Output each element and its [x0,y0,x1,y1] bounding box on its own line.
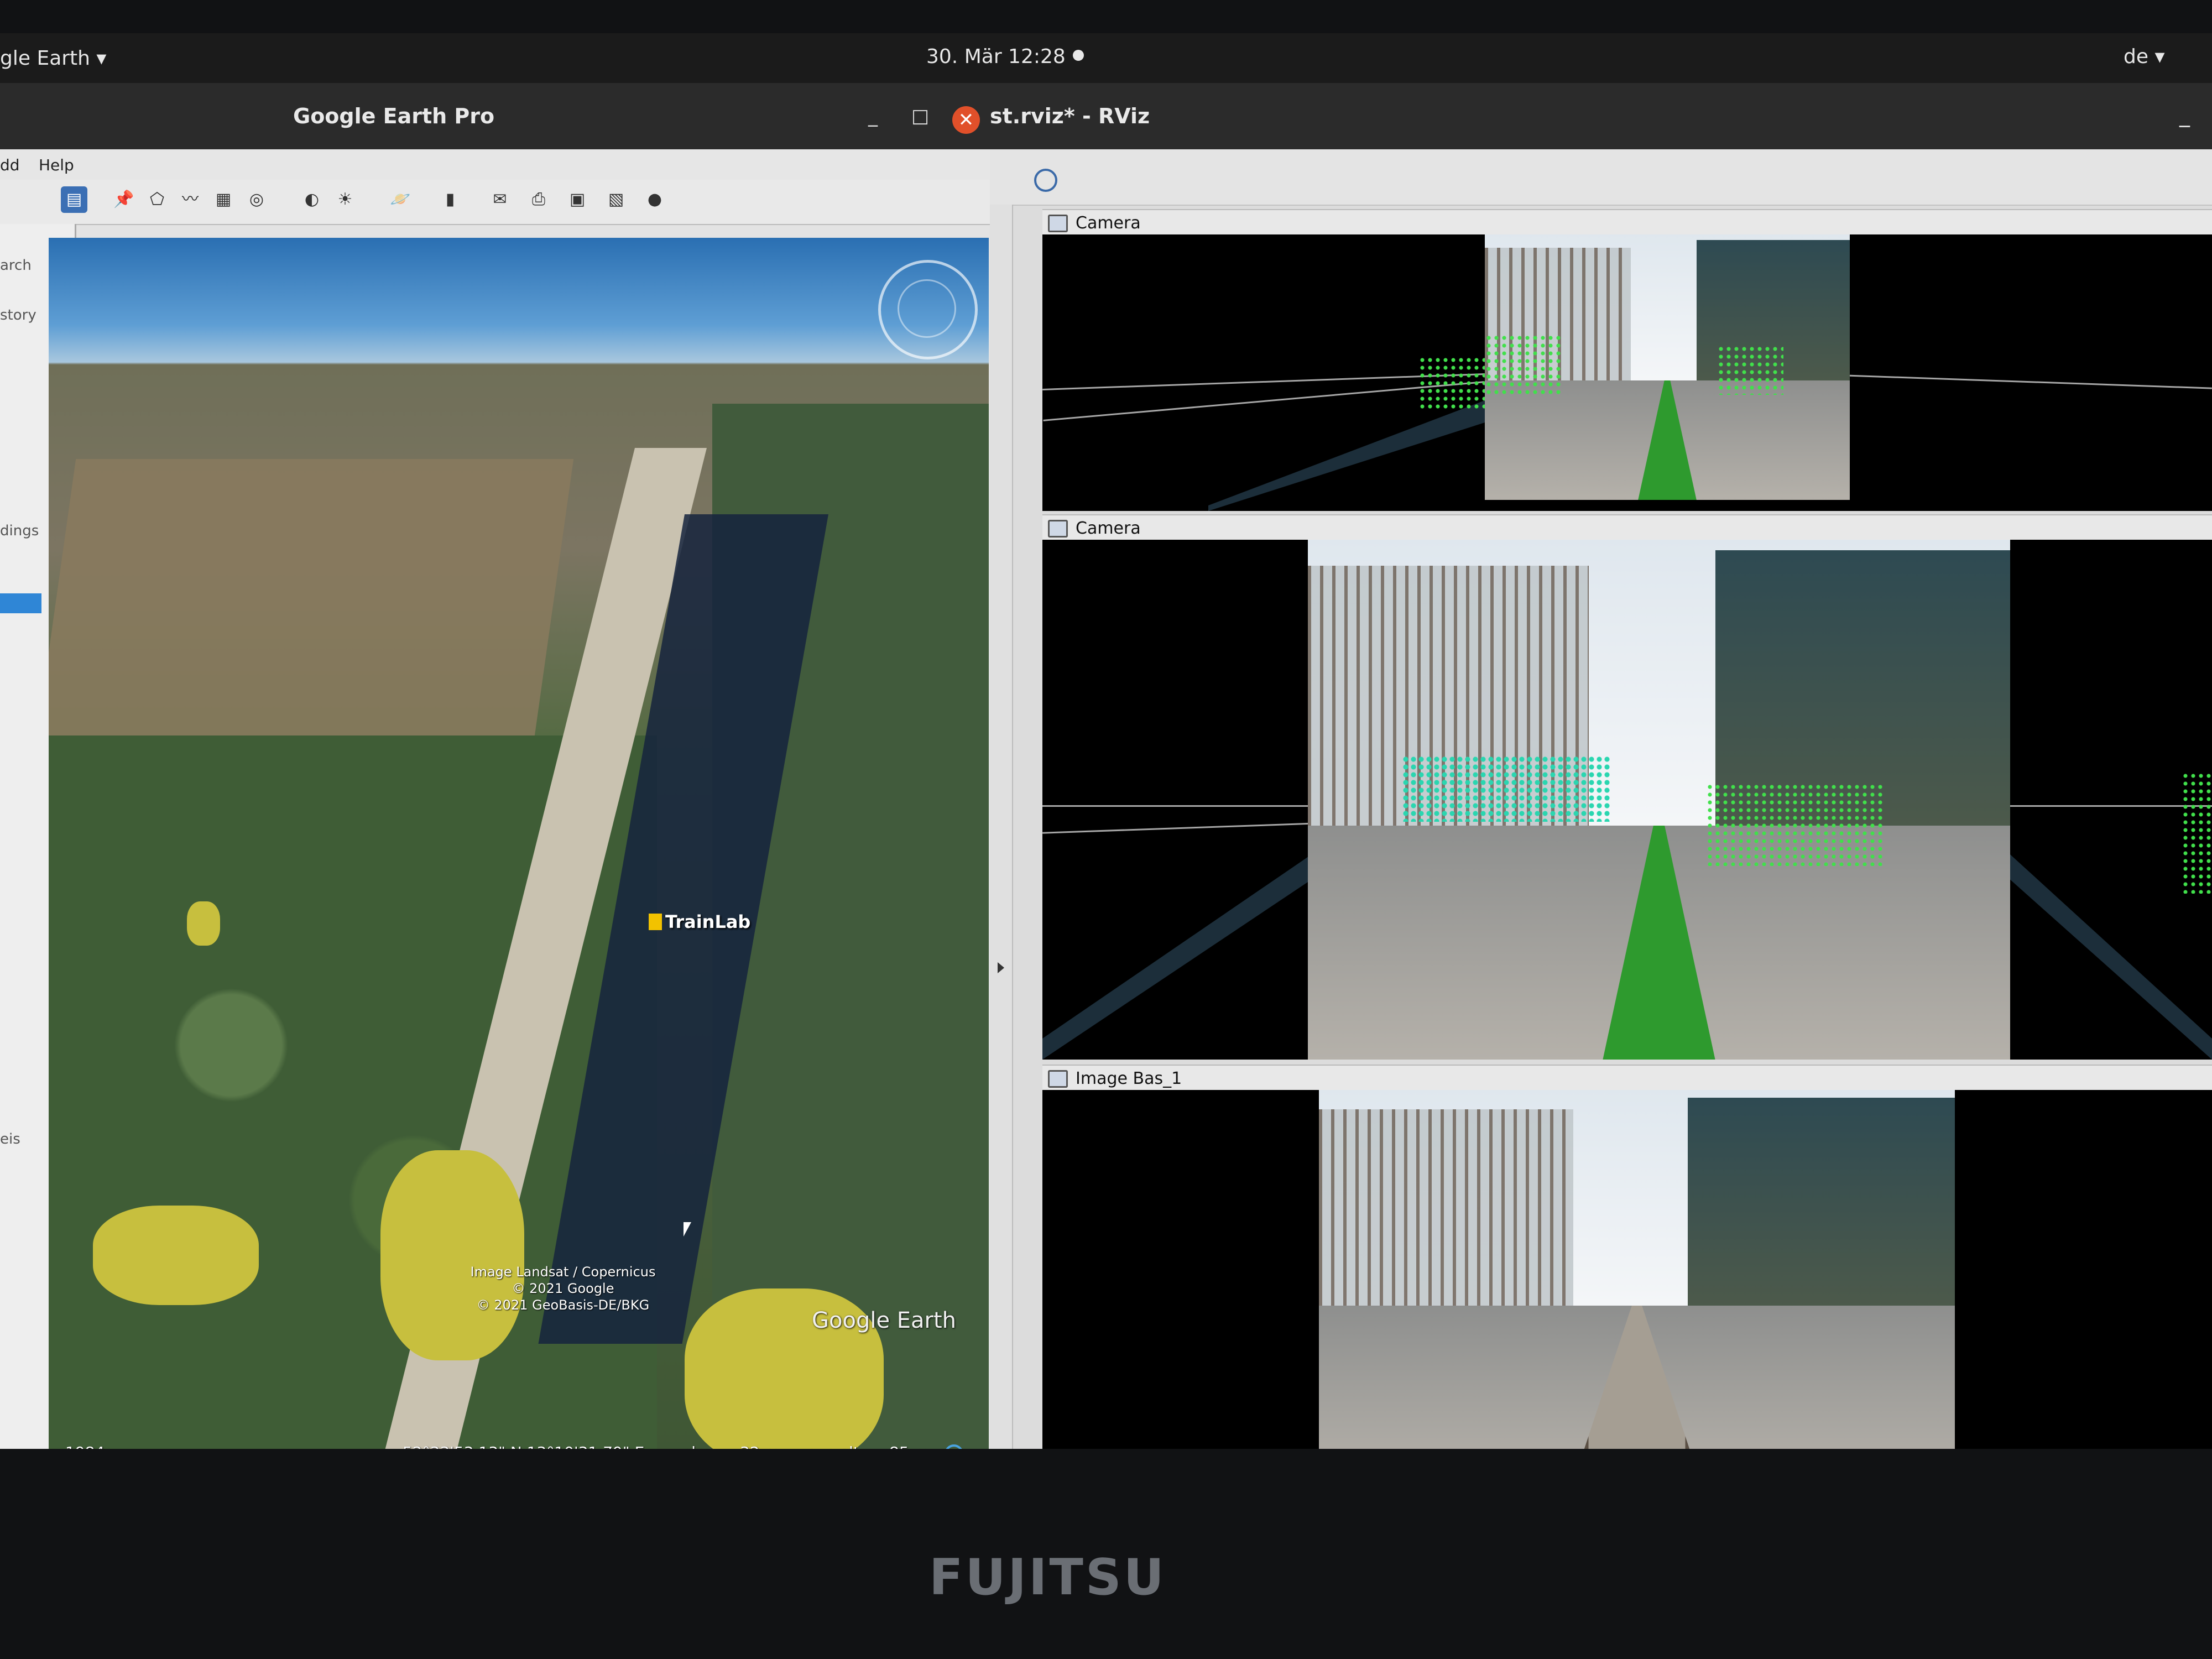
placemark-icon[interactable] [649,914,662,930]
placemark-label[interactable]: TrainLab [665,911,750,932]
frustum-wedge [2005,849,2212,1060]
close-icon[interactable]: ✕ [952,106,980,134]
polygon-icon[interactable]: ⬠ [144,186,170,213]
history-tab[interactable]: story [0,307,36,324]
frustum-wedge [1042,849,1319,1060]
eye-alt-value: 85 m [889,1443,929,1449]
print-icon[interactable]: ⎙ [525,186,552,213]
google-earth-titlebar[interactable]: Google Earth Pro _ □ ✕ [0,83,990,149]
menu-item-help[interactable]: Help [39,156,74,174]
historical-imagery-icon[interactable]: ◐ [299,186,325,213]
tour-icon[interactable]: ◎ [243,186,270,213]
globe-icon[interactable]: ● [641,186,668,213]
notification-dot-icon [1073,50,1084,61]
elevation-label: elev [682,1443,714,1449]
lidar-line [2005,805,2212,807]
eye-alt-label: eye alt [806,1443,859,1449]
lidar-line [1042,822,1319,834]
toolbar: ▤ 📌 ⬠ 〰 ▦ ◎ ◐ ☀ 🪐 ▮ ✉ ⎙ ▣ ▧ ● [0,180,990,225]
language-selector[interactable]: de ▾ [2124,45,2165,68]
streaming-indicator-icon [945,1444,963,1449]
yellow-tree [187,901,220,946]
pointcloud-points [1485,334,1562,395]
yellow-tree [93,1206,259,1305]
sidebar-toggle-icon[interactable]: ▤ [61,186,87,213]
look-joystick-icon[interactable] [898,279,956,338]
camera-panel-icon [1048,215,1068,232]
panel-title: Image Bas_1 [1076,1069,1182,1088]
camera-image [1319,1090,1955,1449]
camera-panel-header: Camera [1042,209,2212,236]
lidar-line [1844,374,2212,389]
frustum-wedge [1208,400,1485,511]
mouse-cursor-icon [684,1222,691,1237]
sunlight-icon[interactable]: ☀ [332,186,358,213]
overlay-icon[interactable]: ▦ [210,186,237,213]
pointcloud-points [1706,783,1883,866]
menu-item-add[interactable]: dd [0,156,20,174]
maps-icon[interactable]: ▧ [603,186,629,213]
yellow-tree [380,1150,524,1360]
rviz-titlebar[interactable]: st.rviz* - RViz _ [990,83,2212,149]
sidebar-item[interactable]: eis [0,1131,20,1147]
screen: gle Earth ▾ 30. Mär 12:28 de ▾ Google Ea… [0,33,2212,1449]
minimize-icon[interactable]: _ [2179,103,2190,127]
clock[interactable]: 30. Mär 12:28 [926,45,1066,68]
elevation-value: 32 m [740,1443,780,1449]
planets-icon[interactable]: 🪐 [387,186,414,213]
image-panel-header: Image Bas_1 [1042,1065,2212,1091]
minimize-icon[interactable]: _ [868,105,878,127]
imagery-year: 1984 [65,1443,105,1449]
maximize-icon[interactable]: □ [911,105,929,127]
email-icon[interactable]: ✉ [487,186,513,213]
menu-bar: dd Help [0,149,990,180]
search-tab[interactable]: arch [0,257,32,274]
displays-panel-collapsed[interactable] [990,205,1013,1449]
camera-view-2[interactable] [1042,540,2212,1060]
camera-panel-header: Camera [1042,514,2212,541]
pointcloud-points [1717,345,1783,395]
panel-title: Camera [1076,519,1141,538]
pointcloud-points [2182,772,2212,894]
path-icon[interactable]: 〰 [177,186,204,213]
google-earth-window: dd Help ▤ 📌 ⬠ 〰 ▦ ◎ ◐ ☀ 🪐 ▮ ✉ ⎙ ▣ ▧ ● ar… [0,149,990,1449]
attribution-line: Image Landsat / Copernicus [470,1264,656,1280]
status-bar: 1984 52°33'53.13" N 13°10'31.79" E elev … [49,1438,989,1449]
camera-image [1485,234,1850,500]
rviz-toolbar [990,149,2212,206]
earth-3d-view[interactable]: TrainLab Image Landsat / Copernicus © 20… [49,238,989,1449]
focus-camera-icon[interactable] [1034,169,1057,192]
camera-image [1308,540,2010,1060]
monitor-brand-logo: FUJITSU [929,1548,1166,1606]
app-menu[interactable]: gle Earth ▾ [0,47,107,70]
ruler-icon[interactable]: ▮ [437,186,463,213]
image-panel-icon [1048,1070,1068,1088]
pointcloud-points [1418,356,1485,411]
image-view[interactable] [1042,1090,2212,1449]
top-panel: gle Earth ▾ 30. Mär 12:28 de ▾ [0,33,2212,83]
pointcloud-points [1402,755,1612,822]
window-title: st.rviz* - RViz [990,104,1150,128]
google-earth-logo: Google Earth [812,1308,957,1333]
coordinates: 52°33'53.13" N 13°10'31.79" E [403,1443,644,1449]
rviz-window: Camera Camera Image Bas_1 [990,149,2212,1449]
camera-view-1[interactable] [1042,234,2212,511]
expand-arrow-icon[interactable] [998,962,1004,973]
lidar-line [1042,805,1319,807]
attribution-line: © 2021 GeoBasis-DE/BKG [476,1297,650,1313]
panel-title: Camera [1076,213,1141,233]
placemark-icon[interactable]: 📌 [111,186,137,213]
attribution-line: © 2021 Google [512,1281,614,1296]
window-title: Google Earth Pro [293,104,495,128]
save-image-icon[interactable]: ▣ [564,186,591,213]
buildings-layer[interactable]: dings [0,523,39,539]
imagery-attribution: Image Landsat / Copernicus © 2021 Google… [408,1264,718,1313]
camera-panel-icon [1048,520,1068,538]
selected-layer[interactable] [0,593,41,613]
